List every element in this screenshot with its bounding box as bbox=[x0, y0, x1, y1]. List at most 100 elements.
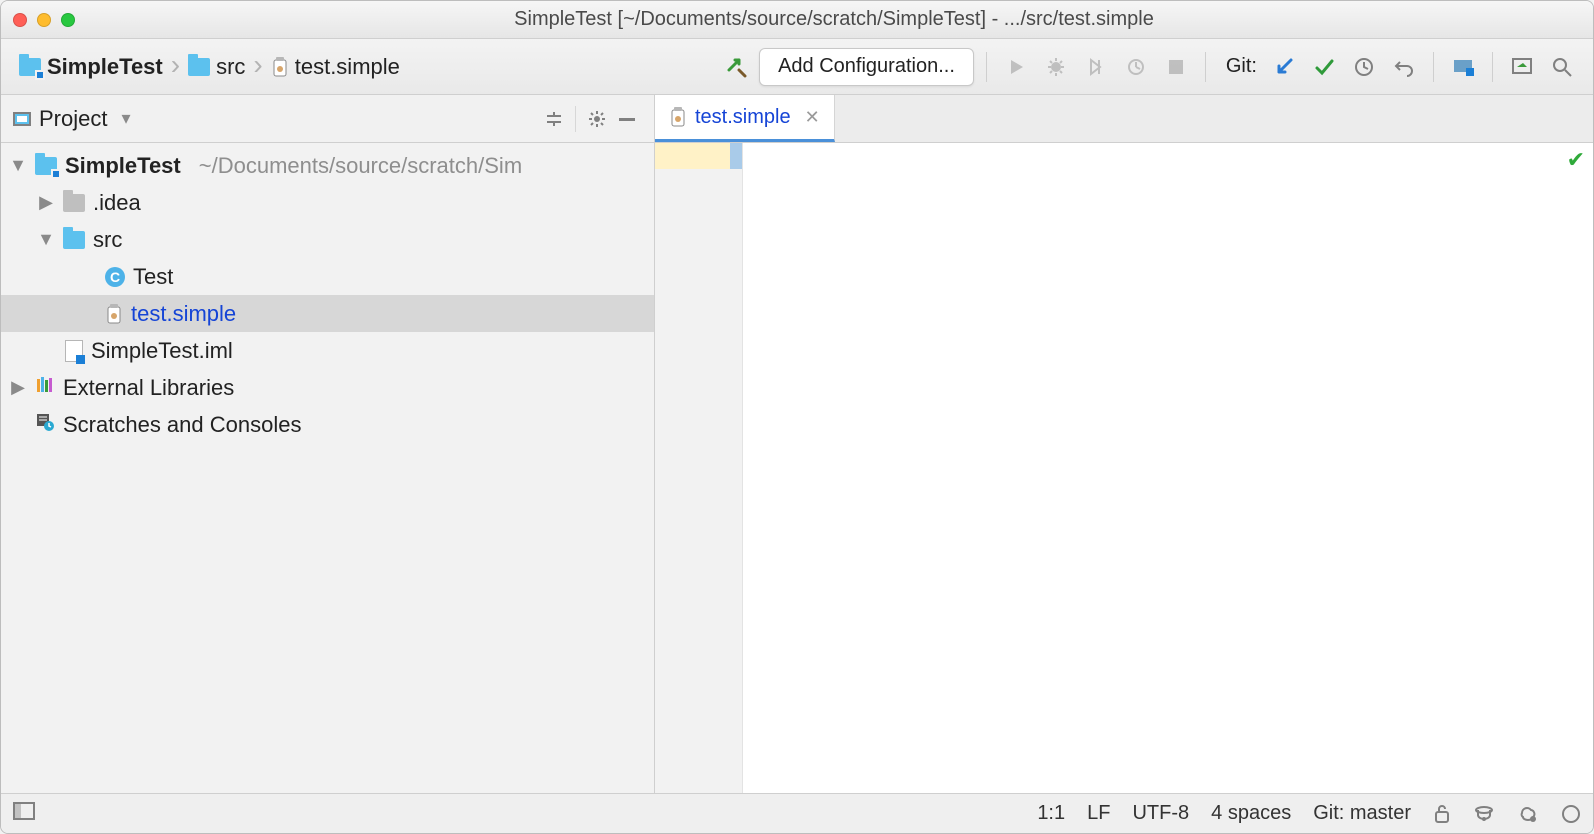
vcs-history-button[interactable] bbox=[1347, 50, 1381, 84]
status-caret-position[interactable]: 1:1 bbox=[1037, 802, 1065, 825]
panel-separator bbox=[575, 106, 576, 132]
tree-class-test[interactable]: C Test bbox=[1, 258, 654, 295]
project-panel-header: Project ▾ bbox=[1, 95, 654, 143]
readonly-toggle-button[interactable] bbox=[1433, 804, 1451, 824]
git-label: Git: bbox=[1226, 55, 1257, 78]
toolbar-separator bbox=[1492, 52, 1493, 82]
tree-label: .idea bbox=[93, 190, 141, 216]
tree-root-path: ~/Documents/source/scratch/Sim bbox=[199, 153, 522, 179]
expand-arrow-icon[interactable]: ▶ bbox=[37, 192, 55, 213]
tree-folder-src[interactable]: ▼ src bbox=[1, 221, 654, 258]
tree-folder-idea[interactable]: ▶ .idea bbox=[1, 184, 654, 221]
editor-tab[interactable]: test.simple ✕ bbox=[655, 95, 835, 142]
status-git-branch[interactable]: Git: master bbox=[1313, 802, 1411, 825]
breadcrumb-folder[interactable]: src bbox=[184, 52, 249, 82]
memory-indicator-button[interactable] bbox=[1561, 804, 1581, 824]
profile-button[interactable] bbox=[1119, 50, 1153, 84]
build-button[interactable] bbox=[719, 50, 753, 84]
tree-label: SimpleTest.iml bbox=[91, 338, 233, 364]
maximize-window-button[interactable] bbox=[61, 13, 75, 27]
stop-button[interactable] bbox=[1159, 50, 1193, 84]
expand-arrow-icon[interactable]: ▼ bbox=[37, 229, 55, 250]
status-encoding[interactable]: UTF-8 bbox=[1132, 802, 1189, 825]
tree-external-libraries[interactable]: ▶ External Libraries bbox=[1, 369, 654, 406]
vcs-commit-button[interactable] bbox=[1307, 50, 1341, 84]
tree-label: src bbox=[93, 227, 122, 253]
window-controls bbox=[13, 13, 75, 27]
editor-panel: test.simple ✕ ✔ bbox=[655, 95, 1593, 793]
status-indent[interactable]: 4 spaces bbox=[1211, 802, 1291, 825]
chevron-right-icon: › bbox=[171, 51, 180, 79]
run-button[interactable] bbox=[999, 50, 1033, 84]
project-tool-window: Project ▾ ▼ SimpleTest ~/Documents/sourc… bbox=[1, 95, 655, 793]
debug-button[interactable] bbox=[1039, 50, 1073, 84]
tree-label: test.simple bbox=[131, 301, 236, 327]
toolbar-separator bbox=[1433, 52, 1434, 82]
ide-window: SimpleTest [~/Documents/source/scratch/S… bbox=[0, 0, 1594, 834]
tree-file-iml[interactable]: SimpleTest.iml bbox=[1, 332, 654, 369]
project-structure-button[interactable] bbox=[1446, 50, 1480, 84]
minimize-window-button[interactable] bbox=[37, 13, 51, 27]
editor-area[interactable]: ✔ bbox=[655, 143, 1593, 793]
inspection-ok-icon[interactable]: ✔ bbox=[1567, 147, 1585, 173]
breadcrumb-project-label: SimpleTest bbox=[47, 54, 163, 80]
tool-window-toggle-button[interactable] bbox=[13, 802, 35, 826]
tree-scratches[interactable]: Scratches and Consoles bbox=[1, 406, 654, 443]
project-panel-title[interactable]: Project ▾ bbox=[13, 106, 131, 132]
editor-text-area[interactable]: ✔ bbox=[743, 143, 1593, 793]
scratches-icon bbox=[35, 412, 55, 438]
source-folder-icon bbox=[63, 231, 85, 249]
file-icon bbox=[105, 303, 123, 325]
gutter-caret-indicator bbox=[730, 143, 742, 169]
gutter-current-line bbox=[655, 143, 742, 169]
background-tasks-button[interactable] bbox=[1517, 803, 1539, 825]
coverage-button[interactable] bbox=[1079, 50, 1113, 84]
search-everywhere-button[interactable] bbox=[1545, 50, 1579, 84]
main-toolbar: SimpleTest › src › test.simple Add Confi… bbox=[1, 39, 1593, 95]
close-tab-button[interactable]: ✕ bbox=[805, 107, 820, 128]
project-view-icon bbox=[13, 112, 31, 126]
chevron-right-icon: › bbox=[253, 51, 262, 79]
tree-label: Test bbox=[133, 264, 173, 290]
panel-settings-button[interactable] bbox=[582, 104, 612, 134]
select-opened-file-button[interactable] bbox=[539, 104, 569, 134]
tree-root-label: SimpleTest bbox=[65, 153, 181, 179]
breadcrumb-file[interactable]: test.simple bbox=[267, 52, 404, 82]
editor-tab-label: test.simple bbox=[695, 106, 791, 129]
inspection-profile-button[interactable] bbox=[1473, 803, 1495, 825]
project-tree[interactable]: ▼ SimpleTest ~/Documents/source/scratch/… bbox=[1, 143, 654, 793]
vcs-update-button[interactable] bbox=[1267, 50, 1301, 84]
iml-file-icon bbox=[65, 340, 83, 362]
module-icon bbox=[19, 58, 41, 76]
breadcrumb-project[interactable]: SimpleTest bbox=[15, 52, 167, 82]
vcs-rollback-button[interactable] bbox=[1387, 50, 1421, 84]
breadcrumb: SimpleTest › src › test.simple bbox=[15, 52, 404, 82]
tree-label: Scratches and Consoles bbox=[63, 412, 301, 438]
title-bar: SimpleTest [~/Documents/source/scratch/S… bbox=[1, 1, 1593, 39]
class-icon: C bbox=[105, 267, 125, 287]
tree-file-test-simple[interactable]: test.simple bbox=[1, 295, 654, 332]
breadcrumb-file-label: test.simple bbox=[295, 54, 400, 80]
run-configuration-button[interactable]: Add Configuration... bbox=[759, 48, 974, 86]
tree-project-root[interactable]: ▼ SimpleTest ~/Documents/source/scratch/… bbox=[1, 147, 654, 184]
panel-hide-button[interactable] bbox=[612, 104, 642, 134]
project-panel-title-label: Project bbox=[39, 106, 107, 132]
file-icon bbox=[271, 56, 289, 78]
toolbar-separator bbox=[1205, 52, 1206, 82]
folder-icon bbox=[63, 194, 85, 212]
editor-gutter[interactable] bbox=[655, 143, 743, 793]
file-icon bbox=[669, 106, 687, 128]
ide-settings-button[interactable] bbox=[1505, 50, 1539, 84]
editor-tab-bar: test.simple ✕ bbox=[655, 95, 1593, 143]
close-window-button[interactable] bbox=[13, 13, 27, 27]
status-line-separator[interactable]: LF bbox=[1087, 802, 1110, 825]
libraries-icon bbox=[35, 375, 55, 401]
folder-icon bbox=[188, 58, 210, 76]
expand-arrow-icon[interactable]: ▶ bbox=[9, 377, 27, 398]
main-split: Project ▾ ▼ SimpleTest ~/Documents/sourc… bbox=[1, 95, 1593, 793]
expand-arrow-icon[interactable]: ▼ bbox=[9, 155, 27, 176]
tree-label: External Libraries bbox=[63, 375, 234, 401]
dropdown-arrow-icon: ▾ bbox=[121, 108, 130, 129]
module-icon bbox=[35, 157, 57, 175]
status-bar: 1:1 LF UTF-8 4 spaces Git: master bbox=[1, 793, 1593, 833]
